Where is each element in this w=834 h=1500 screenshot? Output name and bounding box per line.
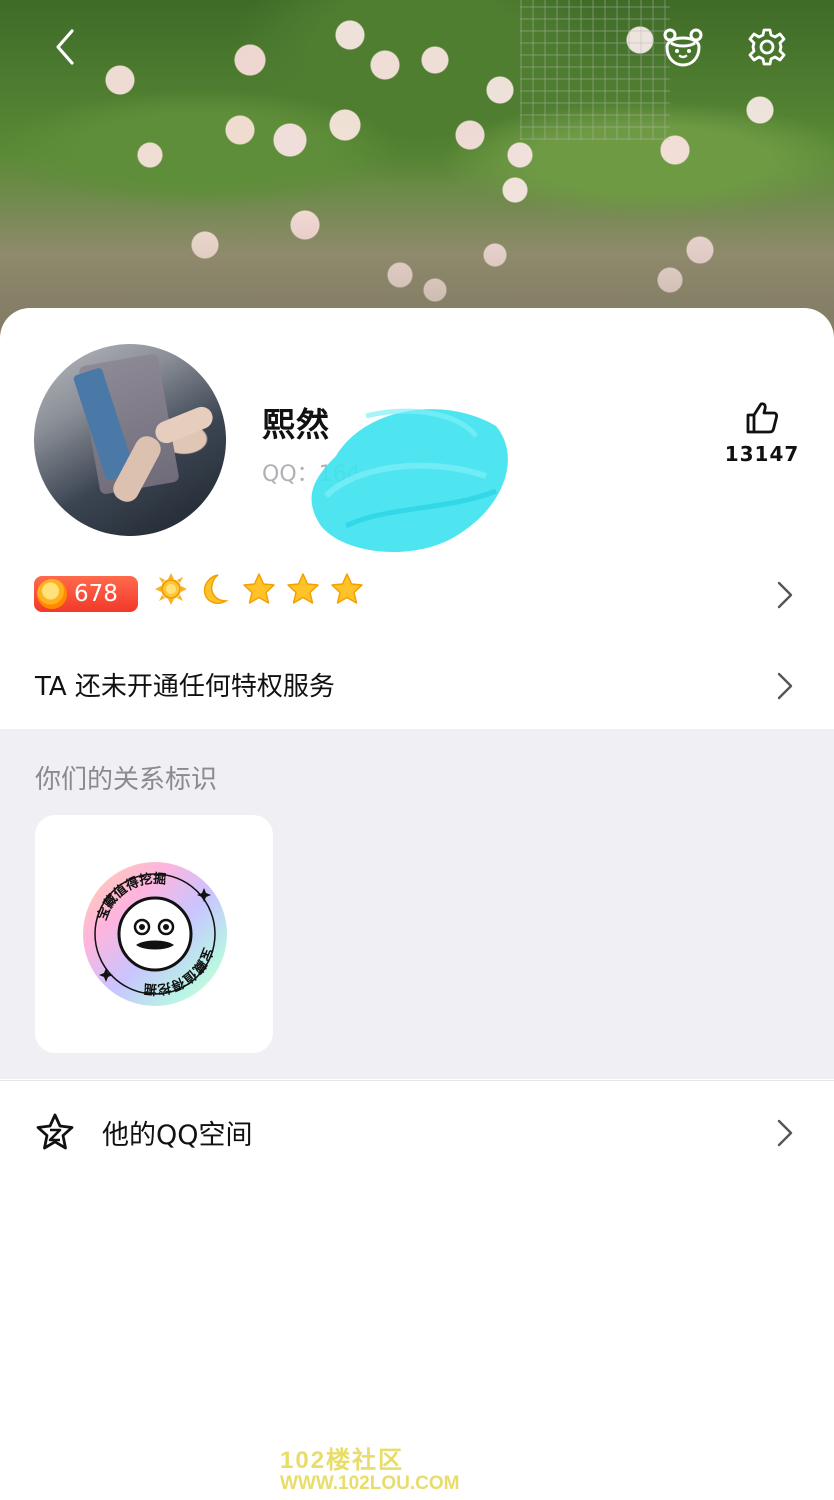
cover-fence xyxy=(520,0,670,140)
relation-badge-tile[interactable]: 宝藏值得挖掘 宝藏值得挖掘 xyxy=(35,815,273,1053)
watermark-line2: WWW.102LOU.COM xyxy=(280,1473,460,1494)
chevron-right-icon xyxy=(777,1119,793,1147)
bear-face-icon xyxy=(663,28,703,67)
relation-title: 你们的关系标识 xyxy=(35,765,218,795)
star-icon xyxy=(331,573,363,604)
avatar[interactable] xyxy=(34,344,226,536)
level-badge: 678 xyxy=(34,576,138,612)
relation-section: 你们的关系标识 宝藏值得挖掘 宝藏值得挖掘 xyxy=(0,729,834,1079)
qzone-label: 他的QQ空间 xyxy=(102,1120,253,1151)
cover-photo[interactable] xyxy=(0,0,834,340)
qzone-star-icon xyxy=(36,1113,74,1150)
gear-icon xyxy=(748,28,786,66)
level-crown-icon xyxy=(37,579,67,609)
watermark: 102楼社区 WWW.102LOU.COM xyxy=(280,1440,580,1495)
like-button[interactable]: 13147 xyxy=(720,400,804,480)
back-button[interactable] xyxy=(40,22,90,72)
bear-face-button[interactable] xyxy=(658,22,708,72)
censor-scribble xyxy=(311,408,508,553)
profile-card: 熙然 QQ：164 13147 678 TA 还未开通任何特权服务 你们的关系标… xyxy=(0,308,834,1500)
level-number: 678 xyxy=(74,581,118,607)
sun-icon xyxy=(155,573,187,605)
qzone-row[interactable]: 他的QQ空间 xyxy=(0,1080,834,1185)
chevron-right-icon xyxy=(777,581,793,609)
star-icon xyxy=(287,573,319,604)
settings-button[interactable] xyxy=(742,22,792,72)
chevron-right-icon xyxy=(777,672,793,700)
level-row[interactable]: 678 xyxy=(0,558,834,630)
watermark-line1: 102楼社区 xyxy=(280,1447,405,1474)
privilege-row[interactable]: TA 还未开通任何特权服务 xyxy=(0,644,834,728)
privilege-text: TA 还未开通任何特权服务 xyxy=(35,672,335,702)
thumbs-up-icon xyxy=(746,402,779,434)
chevron-left-icon xyxy=(56,29,74,65)
treasure-badge-icon: 宝藏值得挖掘 宝藏值得挖掘 xyxy=(83,862,227,1006)
star-icon xyxy=(243,573,275,604)
like-count: 13147 xyxy=(724,442,800,466)
moon-icon xyxy=(203,574,229,604)
level-icons xyxy=(154,572,364,606)
